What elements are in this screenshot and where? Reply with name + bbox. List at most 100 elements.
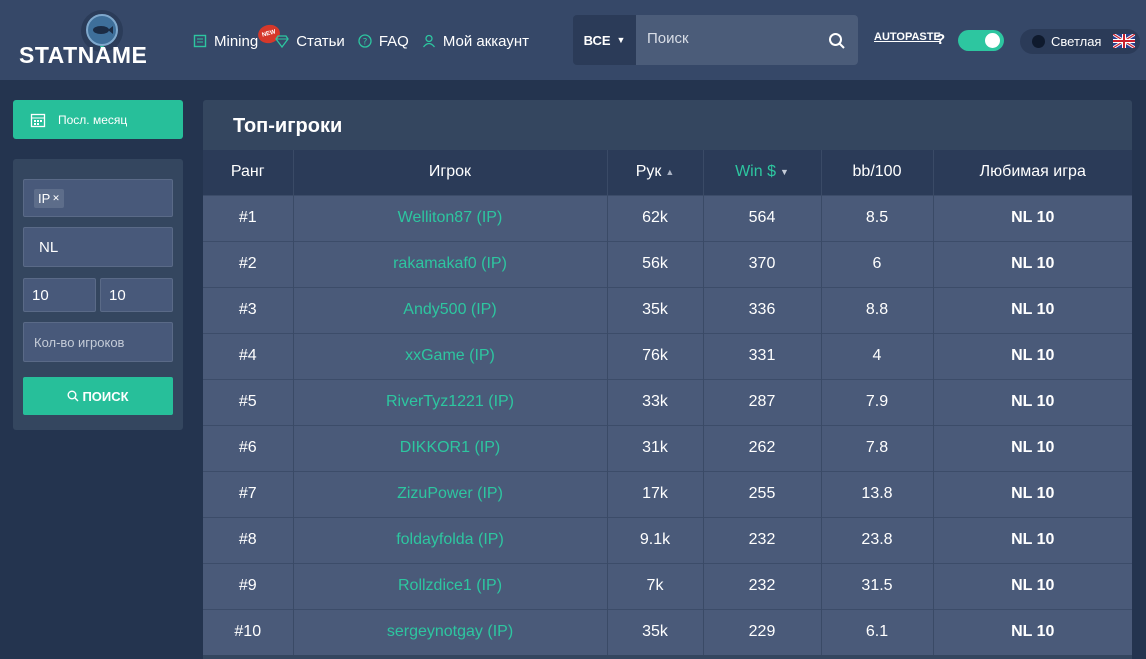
autopaste-toggle[interactable] [958,30,1004,51]
period-label: Посл. месяц [58,112,128,127]
nav-item-articles[interactable]: Статьи [274,33,345,50]
cell-win: 232 [703,516,822,563]
cell-player[interactable]: Andy500 (IP) [293,286,608,333]
cell-player[interactable]: sergeynotgay (IP) [293,608,608,655]
main-nav: Mining NEW Статьи ? FAQ Мой аккаунт [192,21,541,51]
cell-win: 370 [703,240,822,287]
book-icon [192,33,208,49]
autopaste-link[interactable]: AUTOPASTE [874,31,941,43]
search-icon[interactable] [828,32,846,50]
cell-bb100: 23.8 [821,516,934,563]
cell-win: 287 [703,378,822,425]
caret-down-icon: ▼ [616,35,626,45]
cell-hands: 56k [607,240,704,287]
nav-label-articles: Статьи [296,32,345,50]
col-win-label: Win $ [735,163,776,181]
players-count-input[interactable]: Кол-во игроков [23,322,173,362]
table-row: #7 ZizuPower (IP) 17k 255 13.8 NL 10 [203,470,1132,517]
cell-fav-game: NL 10 [933,470,1132,517]
limit-max-input[interactable]: 10 [100,278,173,312]
cell-hands: 35k [607,608,704,655]
autopaste-help-icon[interactable]: ? [936,31,945,48]
nav-item-faq[interactable]: ? FAQ [357,33,409,50]
cell-player[interactable]: Rollzdice1 (IP) [293,562,608,609]
cell-fav-game: NL 10 [933,194,1132,241]
cell-rank: #2 [203,240,294,287]
table-row: #6 DIKKOR1 (IP) 31k 262 7.8 NL 10 [203,424,1132,471]
global-search: ВСЕ ▼ [573,15,858,65]
cell-bb100: 8.5 [821,194,934,241]
search-input[interactable] [636,15,858,65]
cell-rank: #6 [203,424,294,471]
table-row: #1 Welliton87 (IP) 62k 564 8.5 NL 10 [203,194,1132,241]
col-bb100-label: bb/100 [852,163,902,181]
remove-tag-icon[interactable]: ✕ [52,193,60,204]
table-row: #9 Rollzdice1 (IP) 7k 232 31.5 NL 10 [203,562,1132,609]
cell-bb100: 6 [821,240,934,287]
cell-rank: #7 [203,470,294,517]
cell-hands: 62k [607,194,704,241]
search-icon [67,390,79,402]
cell-player[interactable]: Welliton87 (IP) [293,194,608,241]
logo-text: STATNAME [19,42,148,68]
cell-hands: 31k [607,424,704,471]
logo[interactable]: STATNAME [19,10,148,70]
cell-bb100: 4 [821,332,934,379]
cell-fav-game: NL 10 [933,608,1132,655]
cell-rank: #9 [203,562,294,609]
cell-rank: #3 [203,286,294,333]
cell-hands: 76k [607,332,704,379]
search-category-dropdown[interactable]: ВСЕ ▼ [573,15,636,65]
toggle-knob [985,33,1000,48]
cell-hands: 17k [607,470,704,517]
cell-bb100: 31.5 [821,562,934,609]
cell-win: 232 [703,562,822,609]
table-row: #5 RiverTyz1221 (IP) 33k 287 7.9 NL 10 [203,378,1132,425]
col-header-player: Игрок [293,150,608,195]
col-header-win[interactable]: Win $ ▼ [703,150,822,195]
col-header-hands[interactable]: Рук ▲ [607,150,704,195]
filter-search-button[interactable]: ПОИСК [23,377,173,415]
cell-win: 229 [703,608,822,655]
theme-label: Светлая [1051,34,1102,49]
col-header-bb100: bb/100 [821,150,934,195]
svg-text:?: ? [362,38,367,48]
calendar-icon [30,112,46,128]
cell-rank: #5 [203,378,294,425]
cell-hands: 35k [607,286,704,333]
cell-hands: 33k [607,378,704,425]
cell-player[interactable]: RiverTyz1221 (IP) [293,378,608,425]
cell-player[interactable]: ZizuPower (IP) [293,470,608,517]
cell-player[interactable]: DIKKOR1 (IP) [293,424,608,471]
cell-fav-game: NL 10 [933,562,1132,609]
page-title: Топ-игроки [233,115,343,137]
cell-bb100: 6.1 [821,608,934,655]
cell-bb100: 8.8 [821,286,934,333]
nav-label-account: Мой аккаунт [442,32,530,50]
search-category-label: ВСЕ [583,32,611,48]
cell-win: 336 [703,286,822,333]
user-icon [421,33,437,49]
cell-player[interactable]: foldayfolda (IP) [293,516,608,563]
cell-player[interactable]: rakamakaf0 (IP) [293,240,608,287]
limit-max-value: 10 [109,286,126,304]
cell-rank: #8 [203,516,294,563]
col-header-fav-game: Любимая игра [933,150,1132,195]
limit-min-input[interactable]: 10 [23,278,96,312]
help-circle-icon: ? [357,33,373,49]
cell-rank: #1 [203,194,294,241]
limit-select[interactable]: NL [23,227,173,267]
table-row: #3 Andy500 (IP) 35k 336 8.8 NL 10 [203,286,1132,333]
sort-up-icon: ▲ [665,167,675,178]
cell-bb100: 7.8 [821,424,934,471]
cell-win: 262 [703,424,822,471]
cell-win: 331 [703,332,822,379]
nav-item-account[interactable]: Мой аккаунт [421,33,529,50]
period-select-button[interactable]: Посл. месяц [13,100,183,139]
room-tag-input[interactable]: IP ✕ [23,179,173,217]
cell-bb100: 7.9 [821,378,934,425]
cell-player[interactable]: xxGame (IP) [293,332,608,379]
limit-min-value: 10 [32,286,49,304]
uk-flag-icon[interactable] [1112,32,1136,50]
nav-item-mining[interactable]: Mining NEW [192,21,282,50]
